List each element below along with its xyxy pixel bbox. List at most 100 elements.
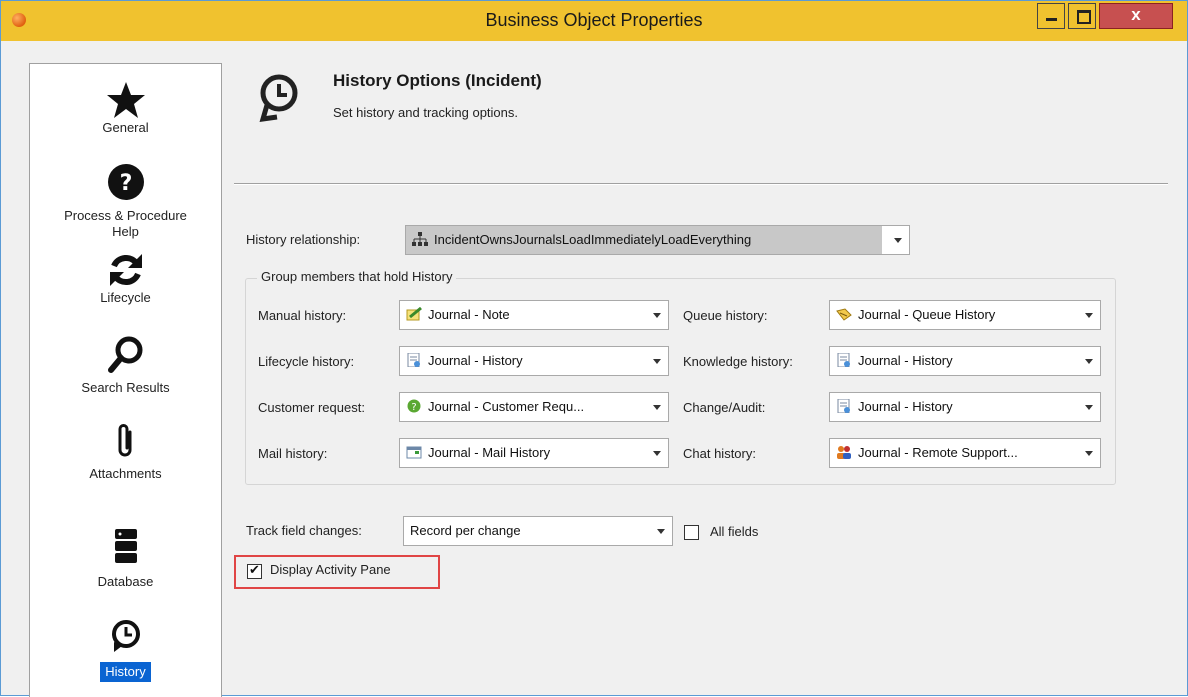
history-relationship-select[interactable]: IncidentOwnsJournalsLoadImmediatelyLoadE…	[405, 225, 910, 255]
customer-request-icon: ?	[407, 399, 421, 413]
chevron-down-icon[interactable]	[645, 439, 668, 467]
lifecycle-history-text: Journal - History	[428, 353, 523, 368]
display-activity-pane-checkbox[interactable]	[247, 562, 262, 579]
lifecycle-history-select[interactable]: Journal - History	[399, 346, 669, 376]
history-relationship-value-text: IncidentOwnsJournalsLoadImmediatelyLoadE…	[434, 232, 752, 247]
queue-history-value: Journal - Queue History	[836, 307, 995, 322]
paperclip-icon	[118, 424, 131, 457]
sidebar-item-label: Database	[97, 574, 154, 589]
chevron-down-icon[interactable]	[1077, 393, 1100, 421]
page-subtitle: Set history and tracking options.	[333, 105, 518, 120]
maximize-button[interactable]	[1068, 3, 1096, 29]
manual-history-value: Journal - Note	[406, 307, 510, 322]
track-field-changes-label: Track field changes:	[246, 523, 362, 538]
sidebar-item-general[interactable]: General	[30, 80, 221, 136]
knowledge-history-label: Knowledge history:	[683, 354, 793, 369]
chevron-down-icon[interactable]	[645, 347, 668, 375]
change-audit-label: Change/Audit:	[683, 400, 766, 415]
history-options-panel: History Options (Incident) Set history a…	[223, 63, 1187, 697]
close-icon: x	[1131, 5, 1141, 24]
refresh-icon	[109, 254, 142, 286]
business-object-properties-window: Business Object Properties x General ? P…	[0, 0, 1188, 697]
sidebar-item-history[interactable]: History	[30, 616, 221, 682]
search-icon	[107, 336, 142, 373]
minimize-icon	[1046, 18, 1057, 21]
sidebar-item-label: Process & Procedure Help	[64, 208, 187, 239]
sidebar-item-label: Lifecycle	[100, 290, 151, 305]
chat-history-value: Journal - Remote Support...	[836, 445, 1018, 460]
divider	[234, 183, 1168, 185]
mail-icon	[406, 446, 422, 459]
chat-history-select[interactable]: Journal - Remote Support...	[829, 438, 1101, 468]
chat-history-text: Journal - Remote Support...	[858, 445, 1018, 460]
minimize-button[interactable]	[1037, 3, 1065, 29]
history-relationship-value: IncidentOwnsJournalsLoadImmediatelyLoadE…	[412, 232, 751, 247]
display-activity-pane-label: Display Activity Pane	[270, 562, 391, 577]
track-field-changes-value: Record per change	[410, 523, 521, 538]
sidebar-item-label: General	[102, 120, 149, 135]
database-icon	[114, 529, 137, 563]
journal-history-icon	[407, 353, 420, 367]
change-audit-value: Journal - History	[836, 399, 953, 414]
sidebar-item-label: History	[100, 662, 151, 682]
history-icon	[111, 620, 140, 652]
mail-history-value: Journal - Mail History	[406, 445, 550, 460]
journal-history-icon	[837, 399, 850, 413]
sidebar: General ? Process & Procedure Help Lifec…	[29, 63, 222, 697]
customer-request-select[interactable]: ? Journal - Customer Requ...	[399, 392, 669, 422]
remote-support-icon	[837, 446, 851, 459]
change-audit-text: Journal - History	[858, 399, 953, 414]
mail-history-select[interactable]: Journal - Mail History	[399, 438, 669, 468]
sidebar-item-attachments[interactable]: Attachments	[30, 420, 221, 482]
journal-history-icon	[837, 353, 850, 367]
change-audit-select[interactable]: Journal - History	[829, 392, 1101, 422]
mail-history-label: Mail history:	[258, 446, 328, 461]
queue-icon	[836, 308, 852, 321]
customer-request-label: Customer request:	[258, 400, 365, 415]
queue-history-select[interactable]: Journal - Queue History	[829, 300, 1101, 330]
queue-history-label: Queue history:	[683, 308, 768, 323]
chevron-down-icon[interactable]	[886, 226, 909, 254]
sidebar-item-database[interactable]: Database	[30, 526, 221, 590]
sidebar-item-label: Search Results	[81, 380, 170, 395]
knowledge-history-select[interactable]: Journal - History	[829, 346, 1101, 376]
track-field-changes-select[interactable]: Record per change	[403, 516, 673, 546]
chat-history-label: Chat history:	[683, 446, 756, 461]
customer-request-value: ? Journal - Customer Requ...	[406, 399, 584, 414]
chevron-down-icon[interactable]	[1077, 439, 1100, 467]
relationship-icon	[412, 232, 428, 246]
sidebar-item-lifecycle[interactable]: Lifecycle	[30, 250, 221, 306]
history-relationship-label: History relationship:	[246, 232, 361, 247]
question-icon: ?	[107, 164, 144, 200]
chevron-down-icon[interactable]	[1077, 301, 1100, 329]
all-fields-checkbox[interactable]	[684, 525, 699, 540]
lifecycle-history-value: Journal - History	[406, 353, 523, 368]
sidebar-item-label: Attachments	[89, 466, 162, 481]
lifecycle-history-label: Lifecycle history:	[258, 354, 355, 369]
maximize-icon	[1077, 10, 1091, 24]
chevron-down-icon[interactable]	[649, 517, 672, 545]
star-icon	[106, 82, 145, 118]
svg-text:?: ?	[119, 171, 132, 196]
manual-history-text: Journal - Note	[428, 307, 510, 322]
chevron-down-icon[interactable]	[1077, 347, 1100, 375]
manual-history-label: Manual history:	[258, 308, 347, 323]
svg-text:?: ?	[411, 402, 416, 413]
title-bar[interactable]: Business Object Properties x	[1, 1, 1187, 41]
close-button[interactable]: x	[1099, 3, 1173, 29]
manual-history-select[interactable]: Journal - Note	[399, 300, 669, 330]
window-title: Business Object Properties	[485, 10, 703, 30]
all-fields-label: All fields	[710, 524, 759, 539]
sidebar-item-search-results[interactable]: Search Results	[30, 334, 221, 396]
group-box-title: Group members that hold History	[257, 269, 457, 284]
customer-request-text: Journal - Customer Requ...	[428, 399, 585, 414]
history-icon	[259, 74, 298, 123]
page-title: History Options (Incident)	[333, 71, 542, 90]
mail-history-text: Journal - Mail History	[428, 445, 551, 460]
chevron-down-icon[interactable]	[645, 393, 668, 421]
sidebar-item-process-procedure-help[interactable]: ? Process & Procedure Help	[30, 162, 221, 240]
knowledge-history-value: Journal - History	[836, 353, 953, 368]
knowledge-history-text: Journal - History	[858, 353, 953, 368]
queue-history-text: Journal - Queue History	[858, 307, 996, 322]
chevron-down-icon[interactable]	[645, 301, 668, 329]
